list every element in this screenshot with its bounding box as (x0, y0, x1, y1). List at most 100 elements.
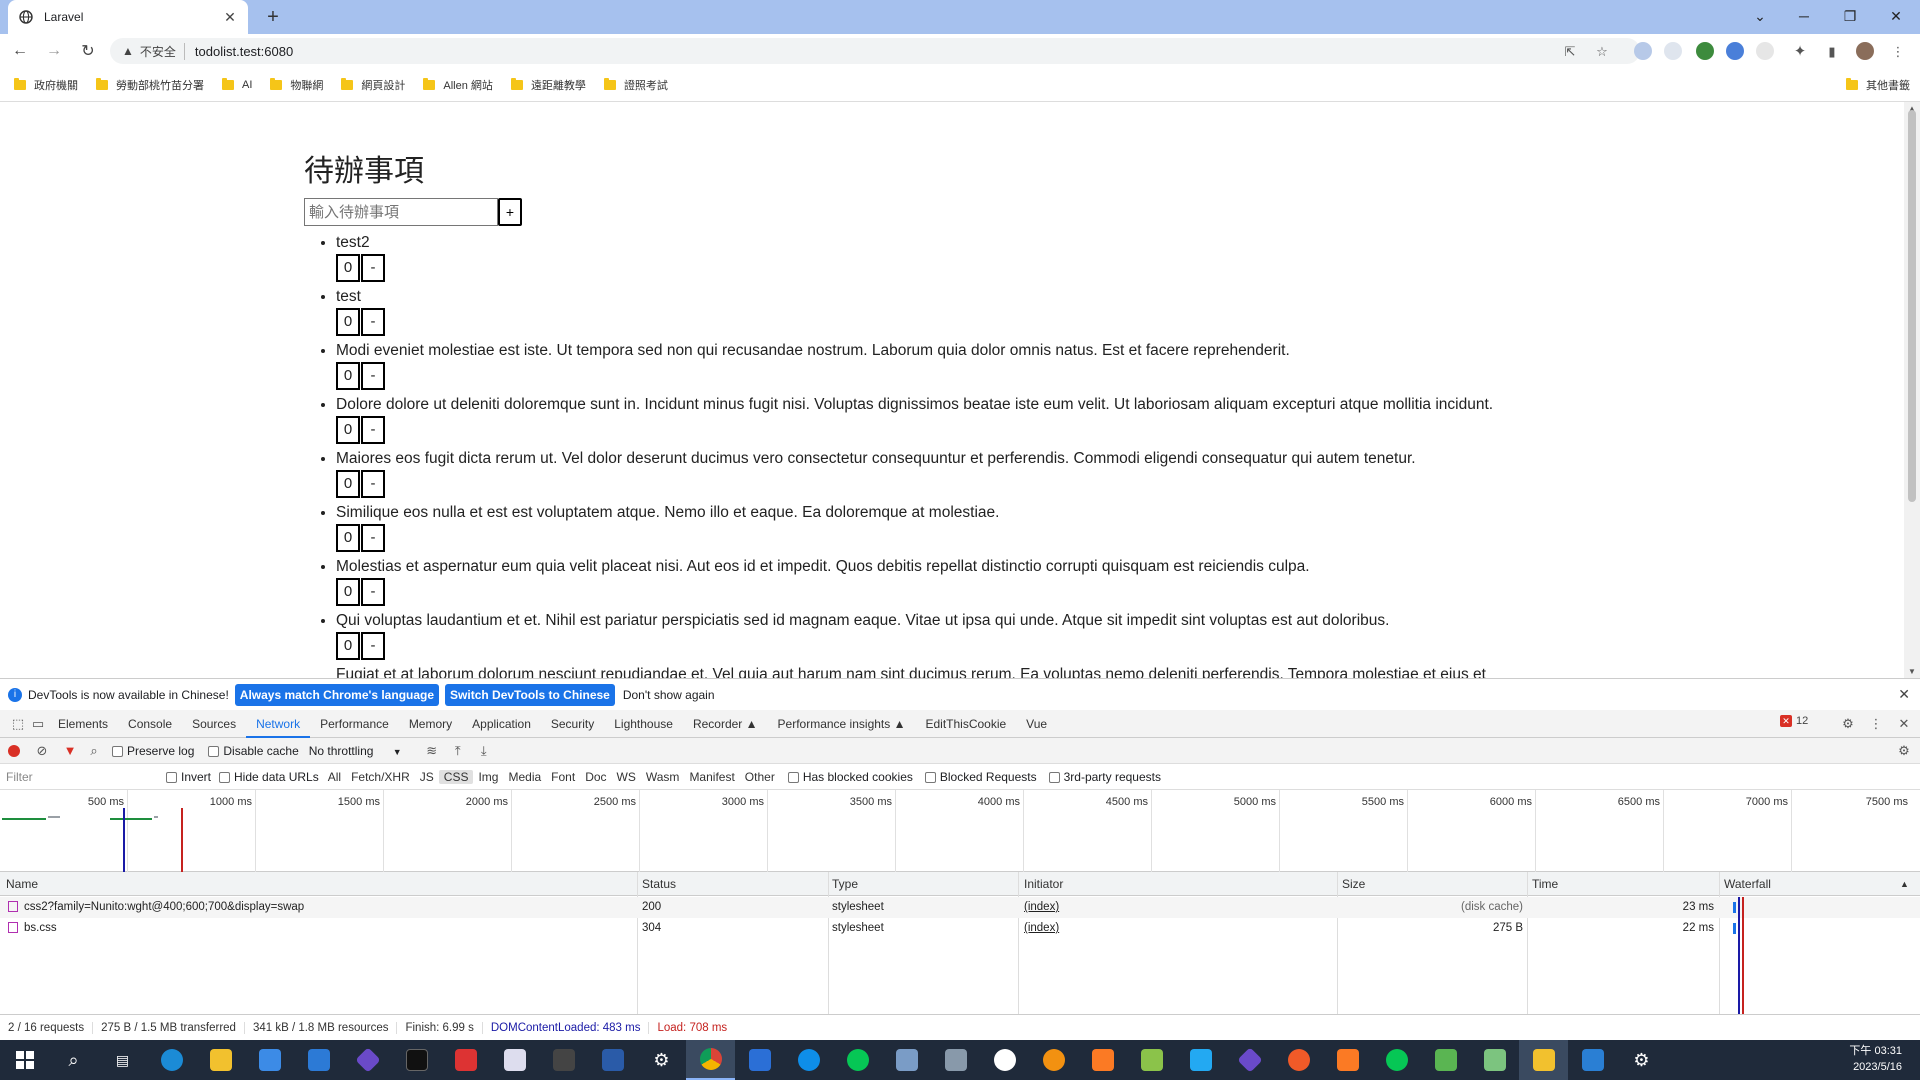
extension-icon[interactable] (1634, 42, 1652, 60)
invert-checkbox[interactable]: Invert (166, 770, 211, 784)
menu-kebab-icon[interactable]: ⋮ (1890, 44, 1906, 60)
sort-ascending-icon[interactable]: ▲ (1900, 879, 1909, 889)
filter-type-media[interactable]: Media (503, 770, 546, 784)
system-clock[interactable]: 下午 03:31 2023/5/16 (1849, 1043, 1902, 1075)
todo-remove-button[interactable]: - (361, 632, 385, 660)
tab-search-icon[interactable]: ⌄ (1746, 4, 1774, 28)
column-status[interactable]: Status (642, 877, 676, 891)
close-icon[interactable]: ✕ (1898, 686, 1910, 703)
line-app-icon[interactable] (1372, 1040, 1421, 1080)
filter-icon[interactable]: ▼ (60, 741, 80, 761)
column-time[interactable]: Time (1532, 877, 1558, 891)
bookmark-star-icon[interactable]: ☆ (1594, 44, 1610, 60)
search-icon[interactable]: ⌕ (84, 741, 104, 761)
app-icon[interactable] (1274, 1040, 1323, 1080)
inspect-element-icon[interactable]: ⬚ (8, 714, 28, 734)
tab-sources[interactable]: Sources (182, 710, 246, 738)
filter-type-doc[interactable]: Doc (580, 770, 611, 784)
preserve-log-checkbox[interactable]: Preserve log (112, 744, 194, 758)
import-har-icon[interactable]: ⤒ (448, 741, 468, 761)
app-icon[interactable] (490, 1040, 539, 1080)
record-icon[interactable] (8, 744, 20, 757)
todo-count-button[interactable]: 0 (336, 308, 360, 336)
bookmark-folder[interactable]: 物聯網 (270, 77, 323, 93)
new-tab-button[interactable]: + (262, 6, 284, 28)
tab-editthiscookie[interactable]: EditThisCookie (915, 710, 1016, 738)
git-app-icon[interactable] (343, 1040, 392, 1080)
notepad-app-icon[interactable] (1470, 1040, 1519, 1080)
settings-gear-icon[interactable]: ⚙ (1838, 714, 1858, 734)
extension-icon[interactable] (1756, 42, 1774, 60)
todo-count-button[interactable]: 0 (336, 362, 360, 390)
scroll-down-icon[interactable]: ▼ (1908, 667, 1916, 676)
export-har-icon[interactable]: ⤓ (474, 741, 494, 761)
other-bookmarks[interactable]: 其他書籤 (1846, 77, 1910, 93)
column-initiator[interactable]: Initiator (1024, 877, 1063, 891)
todo-count-button[interactable]: 0 (336, 578, 360, 606)
scrollbar-thumb[interactable] (1908, 110, 1916, 502)
app-icon[interactable] (1127, 1040, 1176, 1080)
todo-remove-button[interactable]: - (361, 470, 385, 498)
blocked-requests-checkbox[interactable]: Blocked Requests (924, 770, 1037, 784)
tab-security[interactable]: Security (541, 710, 604, 738)
app-icon[interactable] (1519, 1040, 1568, 1080)
network-settings-icon[interactable]: ⚙ (1894, 741, 1914, 761)
app-icon[interactable] (735, 1040, 784, 1080)
close-devtools-icon[interactable]: ✕ (1894, 714, 1914, 734)
task-view-icon[interactable]: ▤ (98, 1040, 147, 1080)
address-bar[interactable]: ▲ 不安全 todolist.test:6080 (110, 38, 1640, 64)
bookmark-folder[interactable]: AI (222, 77, 252, 91)
throttling-select[interactable]: No throttling ▼ (309, 744, 402, 758)
todo-remove-button[interactable]: - (361, 578, 385, 606)
bookmark-folder[interactable]: 勞動部桃竹苗分署 (96, 77, 204, 93)
filter-type-font[interactable]: Font (546, 770, 580, 784)
column-name[interactable]: Name (6, 877, 38, 891)
bookmark-folder[interactable]: 證照考試 (603, 77, 668, 93)
powershell-app-icon[interactable] (588, 1040, 637, 1080)
git-app-icon[interactable] (1225, 1040, 1274, 1080)
app-icon[interactable] (931, 1040, 980, 1080)
bookmark-folder[interactable]: 遠距離教學 (510, 77, 586, 93)
back-icon[interactable]: ← (6, 37, 34, 65)
tab-elements[interactable]: Elements (48, 710, 118, 738)
todo-remove-button[interactable]: - (361, 254, 385, 282)
start-button[interactable] (0, 1040, 49, 1080)
more-options-icon[interactable]: ⋮ (1866, 714, 1886, 734)
tab-vue[interactable]: Vue (1016, 710, 1057, 738)
restore-icon[interactable]: ❐ (1836, 4, 1864, 28)
column-waterfall[interactable]: Waterfall (1724, 877, 1771, 891)
todo-input[interactable] (304, 198, 498, 226)
tab-network[interactable]: Network (246, 710, 311, 738)
app-icon[interactable] (1421, 1040, 1470, 1080)
hide-data-urls-checkbox[interactable]: Hide data URLs (219, 770, 319, 784)
settings-app-icon[interactable]: ⚙ (1617, 1040, 1666, 1080)
reload-icon[interactable]: ↻ (74, 37, 102, 65)
app-icon[interactable] (882, 1040, 931, 1080)
xampp-app-icon[interactable] (1323, 1040, 1372, 1080)
filter-type-fetch[interactable]: Fetch/XHR (346, 770, 415, 784)
mail-app-icon[interactable] (294, 1040, 343, 1080)
todo-count-button[interactable]: 0 (336, 470, 360, 498)
settings-app-icon[interactable]: ⚙ (637, 1040, 686, 1080)
app-icon[interactable] (1568, 1040, 1617, 1080)
line-app-icon[interactable] (833, 1040, 882, 1080)
extension-icon[interactable] (1696, 42, 1714, 60)
disable-cache-checkbox[interactable]: Disable cache (208, 744, 299, 758)
avatar[interactable] (1856, 42, 1874, 60)
table-row[interactable]: bs.css 304 stylesheet (index) 275 B 22 m… (0, 918, 1920, 939)
vscode-app-icon[interactable] (1176, 1040, 1225, 1080)
error-count-badge[interactable]: ✕ 12 (1780, 715, 1808, 727)
clear-icon[interactable]: ⊘ (32, 741, 52, 761)
todo-remove-button[interactable]: - (361, 362, 385, 390)
filter-input[interactable]: Filter (6, 768, 166, 786)
extension-icon[interactable] (1664, 42, 1682, 60)
puzzle-icon[interactable]: ✦ (1792, 44, 1808, 60)
column-size[interactable]: Size (1342, 877, 1365, 891)
teamviewer-app-icon[interactable] (784, 1040, 833, 1080)
column-type[interactable]: Type (832, 877, 858, 891)
todo-remove-button[interactable]: - (361, 308, 385, 336)
match-language-button[interactable]: Always match Chrome's language (234, 683, 440, 706)
share-icon[interactable]: ⇱ (1562, 44, 1578, 60)
filter-type-img[interactable]: Img (473, 770, 503, 784)
dont-show-again-link[interactable]: Don't show again (623, 688, 715, 702)
